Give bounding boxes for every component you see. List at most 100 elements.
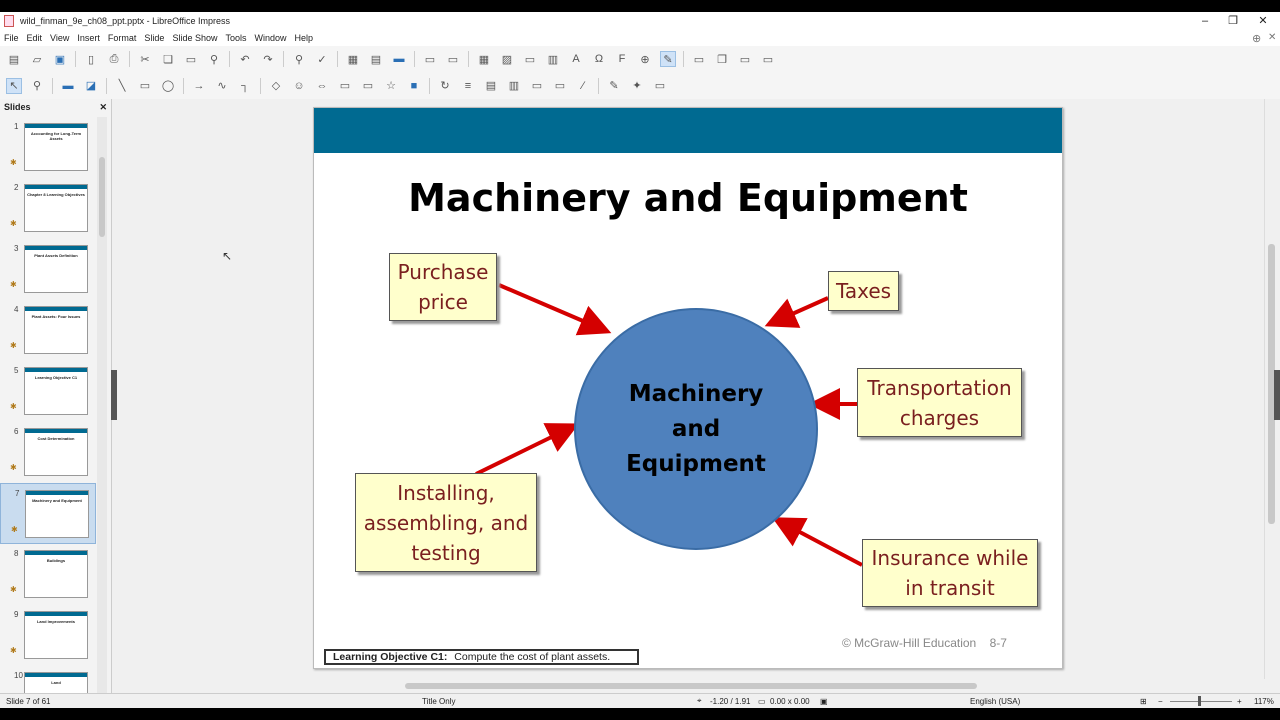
new-icon[interactable]: ▤ bbox=[6, 51, 22, 67]
close-icon[interactable]: ✕ bbox=[1248, 12, 1278, 30]
fit-slide-icon[interactable]: ⊞ bbox=[1140, 697, 1147, 706]
zoom-icon[interactable]: ⚲ bbox=[29, 78, 45, 94]
special-character-icon[interactable]: Ω bbox=[591, 51, 607, 67]
menu-file[interactable]: File bbox=[4, 33, 19, 43]
maximize-icon[interactable]: ❐ bbox=[1218, 12, 1248, 30]
distribute-icon[interactable]: ▥ bbox=[506, 78, 522, 94]
duplicate-slide-icon[interactable]: ❐ bbox=[714, 51, 730, 67]
machinery-circle[interactable]: Machinery and Equipment bbox=[574, 308, 818, 550]
align-icon[interactable]: ≡ bbox=[460, 78, 476, 94]
text-box-icon[interactable]: A bbox=[568, 51, 584, 67]
horizontal-scrollbar[interactable] bbox=[118, 679, 1264, 693]
print-icon[interactable]: ⎙ bbox=[106, 51, 122, 67]
slide-thumbnail[interactable]: 1 Accounting for Long-Term Assets ✱ bbox=[0, 117, 96, 178]
menu-slide-show[interactable]: Slide Show bbox=[172, 33, 217, 43]
learning-objective-box[interactable]: Learning Objective C1: Compute the cost … bbox=[324, 649, 639, 665]
crop-icon[interactable]: ▭ bbox=[552, 78, 568, 94]
clone-formatting-icon[interactable]: ⚲ bbox=[206, 51, 222, 67]
fontwork-icon[interactable]: F bbox=[614, 51, 630, 67]
close-document-icon[interactable]: ✕ bbox=[1268, 32, 1276, 43]
new-slide-icon[interactable]: ▭ bbox=[691, 51, 707, 67]
taxes-box[interactable]: Taxes bbox=[828, 271, 899, 311]
export-pdf-icon[interactable]: ▯ bbox=[83, 51, 99, 67]
fill-color-icon[interactable]: ◪ bbox=[83, 78, 99, 94]
slide-thumbnail[interactable]: 4 Plant Assets: Four Issues ✱ bbox=[0, 300, 96, 361]
slide-thumbnail-selected[interactable]: 7 Machinery and Equipment ✱ bbox=[0, 483, 96, 544]
undo-icon[interactable]: ↶ bbox=[237, 51, 253, 67]
shadow-icon[interactable]: ▭ bbox=[529, 78, 545, 94]
arrow-line-icon[interactable]: → bbox=[191, 78, 207, 94]
insurance-box[interactable]: Insurance while in transit bbox=[862, 539, 1038, 607]
select-icon[interactable]: ↖ bbox=[6, 77, 22, 94]
media-icon[interactable]: ▭ bbox=[522, 51, 538, 67]
open-icon[interactable]: ▱ bbox=[29, 51, 45, 67]
paste-icon[interactable]: ▭ bbox=[183, 51, 199, 67]
line-tool-icon[interactable]: ╲ bbox=[114, 78, 130, 94]
zoom-level[interactable]: 117% bbox=[1254, 697, 1274, 706]
spelling-icon[interactable]: ✓ bbox=[314, 51, 330, 67]
purchase-price-box[interactable]: Purchase price bbox=[389, 253, 497, 321]
minimize-icon[interactable]: – bbox=[1190, 12, 1220, 30]
slide-thumbnail[interactable]: 9 Land Improvements ✱ bbox=[0, 605, 96, 666]
rectangle-tool-icon[interactable]: ▭ bbox=[137, 78, 153, 94]
display-views-icon[interactable]: ▤ bbox=[368, 51, 384, 67]
3d-objects-icon[interactable]: ■ bbox=[406, 78, 422, 94]
transportation-box[interactable]: Transportation charges bbox=[857, 368, 1022, 437]
delete-slide-icon[interactable]: ▭ bbox=[737, 51, 753, 67]
close-panel-icon[interactable]: ✕ bbox=[99, 102, 107, 113]
menu-tools[interactable]: Tools bbox=[225, 33, 246, 43]
glue-points-icon[interactable]: ✦ bbox=[629, 78, 645, 94]
show-draw-functions-icon[interactable]: ✎ bbox=[660, 51, 676, 67]
menu-help[interactable]: Help bbox=[295, 33, 314, 43]
find-icon[interactable]: ⚲ bbox=[291, 51, 307, 67]
callouts-icon[interactable]: ▭ bbox=[360, 78, 376, 94]
chart-icon[interactable]: ▥ bbox=[545, 51, 561, 67]
flowchart-icon[interactable]: ▭ bbox=[337, 78, 353, 94]
image-icon[interactable]: ▨ bbox=[499, 51, 515, 67]
grid-icon[interactable]: ▦ bbox=[345, 51, 361, 67]
language[interactable]: English (USA) bbox=[970, 697, 1020, 706]
hyperlink-icon[interactable]: ⊕ bbox=[637, 51, 653, 67]
slides-panel-scrollbar[interactable] bbox=[97, 117, 107, 693]
globe-icon[interactable]: ⊕ bbox=[1252, 32, 1261, 45]
menu-window[interactable]: Window bbox=[254, 33, 286, 43]
installing-box[interactable]: Installing, assembling, and testing bbox=[355, 473, 537, 572]
redo-icon[interactable]: ↷ bbox=[260, 51, 276, 67]
connector-icon[interactable]: ┐ bbox=[237, 78, 253, 94]
points-icon[interactable]: ✎ bbox=[606, 78, 622, 94]
slide-thumbnail[interactable]: 5 Learning Objective C1 ✱ bbox=[0, 361, 96, 422]
table-icon[interactable]: ▦ bbox=[476, 51, 492, 67]
slide-canvas[interactable]: Machinery and Equipment Machinery and Eq… bbox=[313, 107, 1063, 669]
menu-format[interactable]: Format bbox=[108, 33, 137, 43]
menu-view[interactable]: View bbox=[50, 33, 69, 43]
menu-edit[interactable]: Edit bbox=[27, 33, 43, 43]
start-first-slide-icon[interactable]: ▭ bbox=[422, 51, 438, 67]
toggle-extrusion-icon[interactable]: ▭ bbox=[652, 78, 668, 94]
slide-layout-icon[interactable]: ▭ bbox=[760, 51, 776, 67]
menu-slide[interactable]: Slide bbox=[144, 33, 164, 43]
line-color-icon[interactable]: ▬ bbox=[60, 78, 76, 94]
document-modified-icon[interactable]: ▣ bbox=[820, 697, 828, 706]
ellipse-tool-icon[interactable]: ◯ bbox=[160, 78, 176, 94]
master-slide-icon[interactable]: ▬ bbox=[391, 51, 407, 67]
basic-shapes-icon[interactable]: ◇ bbox=[268, 78, 284, 94]
slide-pane-toggle[interactable] bbox=[111, 370, 117, 420]
rotate-icon[interactable]: ↻ bbox=[437, 78, 453, 94]
slide-thumbnail[interactable]: 3 Plant Assets Definition ✱ bbox=[0, 239, 96, 300]
start-current-slide-icon[interactable]: ▭ bbox=[445, 51, 461, 67]
slide-thumbnail[interactable]: 6 Cost Determination ✱ bbox=[0, 422, 96, 483]
copy-icon[interactable]: ❏ bbox=[160, 51, 176, 67]
slide-thumbnail[interactable]: 8 Buildings ✱ bbox=[0, 544, 96, 605]
zoom-out-icon[interactable]: − bbox=[1158, 697, 1163, 706]
curve-icon[interactable]: ∿ bbox=[214, 78, 230, 94]
symbol-shapes-icon[interactable]: ☺ bbox=[291, 78, 307, 94]
zoom-slider[interactable] bbox=[1170, 701, 1232, 702]
slide-thumbnail[interactable]: 10 Land bbox=[0, 666, 96, 693]
slide-thumbnail[interactable]: 2 Chapter 8 Learning Objectives ✱ bbox=[0, 178, 96, 239]
arrange-icon[interactable]: ▤ bbox=[483, 78, 499, 94]
block-arrows-icon[interactable]: ⇔ bbox=[314, 78, 330, 94]
cut-icon[interactable]: ✂ bbox=[137, 51, 153, 67]
zoom-in-icon[interactable]: + bbox=[1237, 697, 1242, 706]
sidebar-toggle[interactable] bbox=[1274, 370, 1280, 420]
stars-icon[interactable]: ☆ bbox=[383, 78, 399, 94]
